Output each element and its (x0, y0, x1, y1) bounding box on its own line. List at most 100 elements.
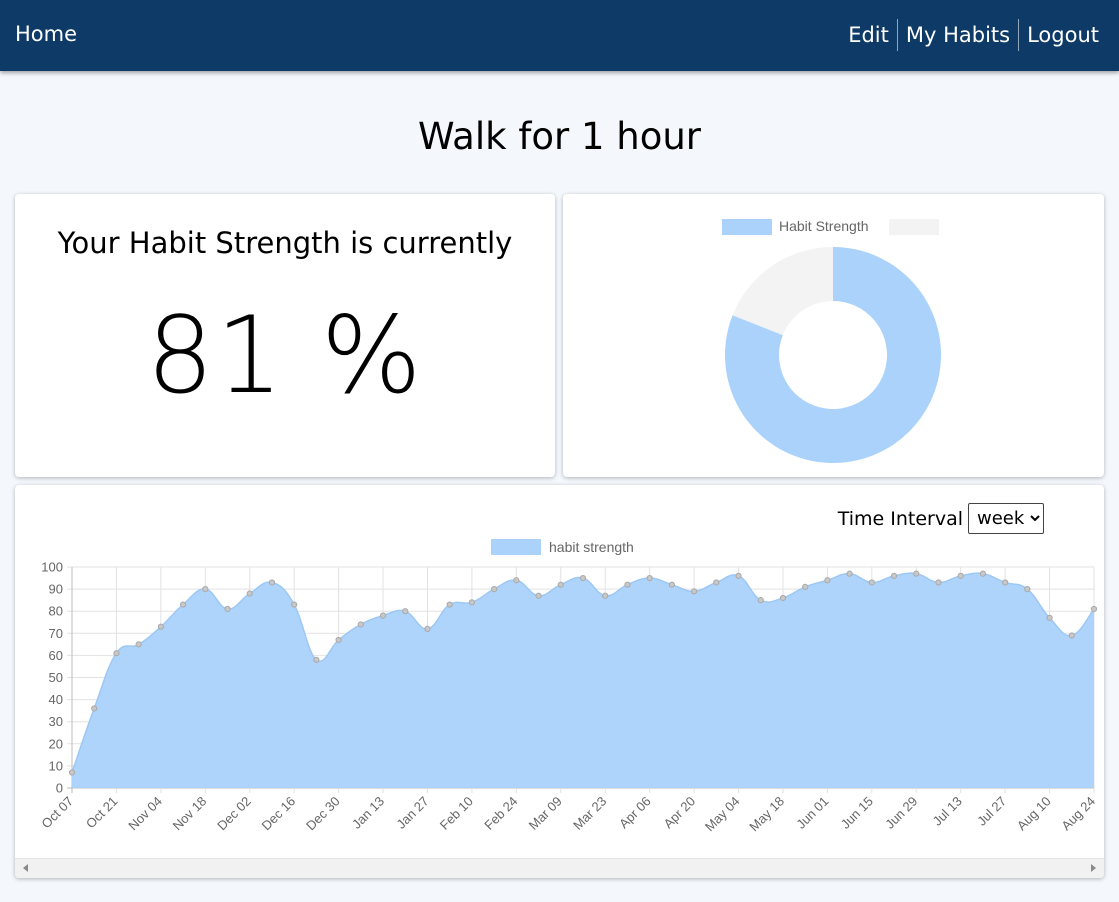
data-point (979, 570, 987, 577)
nav-home-link[interactable]: Home (15, 22, 77, 46)
data-point (1090, 605, 1098, 613)
history-chart-card: Time Interval week habit strength 0 10 20 3… (15, 485, 1104, 878)
donut-legend-swatch (722, 219, 772, 235)
data-point (624, 581, 631, 588)
navbar: Home Edit My Habits Logout (0, 0, 1119, 71)
x-tick-label: Mar 09 (526, 794, 565, 833)
nav-logout-link[interactable]: Logout (1019, 19, 1107, 51)
x-tick-label: Jan 27 (393, 794, 431, 832)
data-point (135, 641, 142, 648)
nav-edit-link[interactable]: Edit (840, 19, 897, 51)
area-legend-swatch (491, 539, 541, 555)
data-point (713, 579, 720, 586)
data-point (668, 581, 675, 588)
data-point (68, 769, 76, 776)
scroll-right-arrow-icon[interactable] (1091, 864, 1096, 872)
data-point (757, 597, 764, 604)
x-tick-label: Feb 24 (481, 794, 520, 833)
scroll-left-arrow-icon[interactable] (23, 864, 28, 872)
donut-legend-label: Habit Strength (779, 218, 869, 234)
x-tick-label: Jul 27 (974, 794, 1009, 829)
data-point (535, 592, 542, 599)
x-tick-label: Dec 30 (303, 794, 343, 834)
x-tick-label: Dec 16 (259, 794, 299, 834)
data-point (868, 579, 875, 586)
data-point (779, 594, 787, 602)
x-tick-label: Jul 13 (930, 794, 965, 829)
data-point (402, 608, 409, 615)
x-tick-label: Mar 23 (570, 794, 609, 833)
data-point (157, 623, 164, 630)
data-point (113, 650, 120, 657)
x-tick-label: Oct 07 (38, 794, 76, 832)
donut-legend-swatch-remainder (889, 219, 939, 235)
x-tick-label: May 18 (746, 794, 787, 835)
area-fill (72, 573, 1094, 788)
data-point (1002, 579, 1009, 586)
data-point (557, 581, 564, 588)
x-tick-label: Aug 10 (1014, 794, 1054, 834)
nav-my-habits-link[interactable]: My Habits (898, 19, 1018, 51)
y-tick-label: 10 (49, 758, 63, 773)
habit-strength-area-chart: habit strength 0 10 20 30 40 50 60 70 80 90 100 Oct… (38, 539, 1098, 835)
y-tick-label: 70 (49, 626, 63, 641)
data-point (313, 656, 320, 663)
data-point (935, 579, 942, 586)
x-tick-label: Jan 13 (349, 794, 387, 832)
data-point (735, 572, 742, 579)
data-point (246, 590, 253, 597)
strength-caption: Your Habit Strength is currently (57, 226, 513, 260)
data-point (1046, 614, 1053, 621)
page-title: Walk for 1 hour (417, 115, 702, 158)
data-point (846, 570, 853, 577)
x-tick-label: Jun 29 (882, 794, 920, 832)
data-point (291, 601, 298, 608)
x-tick-label: Apr 06 (616, 794, 654, 832)
data-point (491, 586, 498, 593)
x-tick-label: Feb 10 (437, 794, 476, 833)
x-tick-label: May 04 (702, 794, 743, 835)
donut-chart: Habit Strength (722, 218, 941, 464)
y-tick-label: 0 (56, 781, 63, 796)
data-point (602, 592, 609, 599)
data-point (1024, 586, 1031, 593)
data-point (202, 586, 209, 593)
x-tick-label: Jun 15 (838, 794, 876, 832)
data-point (446, 601, 453, 608)
data-point (91, 705, 98, 712)
data-point (646, 574, 653, 582)
x-tick-label: Oct 21 (83, 794, 121, 832)
donut-chart-card: Habit Strength (563, 194, 1104, 477)
data-point (802, 583, 809, 590)
horizontal-scrollbar[interactable] (15, 858, 1104, 878)
area-legend-label: habit strength (549, 539, 634, 555)
data-point (357, 621, 364, 628)
y-tick-label: 80 (49, 604, 63, 619)
data-point (268, 579, 276, 586)
y-tick-label: 90 (49, 582, 63, 597)
x-tick-label: Nov 04 (125, 794, 165, 834)
data-point (913, 570, 920, 577)
data-point (224, 605, 231, 613)
data-point (379, 612, 387, 619)
data-point (579, 574, 587, 582)
x-tick-label: Apr 20 (661, 794, 699, 832)
x-tick-label: Nov 18 (170, 794, 210, 834)
data-point (957, 572, 964, 579)
y-tick-label: 40 (49, 692, 63, 707)
data-point (890, 572, 898, 579)
strength-value: 81 % (146, 294, 424, 417)
data-point (468, 599, 476, 606)
y-tick-label: 30 (49, 714, 63, 729)
y-tick-label: 60 (49, 648, 63, 663)
habit-strength-card: Your Habit Strength is currently 81 % (15, 194, 555, 477)
data-point (424, 625, 431, 632)
x-tick-label: Dec 02 (214, 794, 254, 834)
y-tick-label: 20 (49, 736, 63, 751)
nav-links: Edit My Habits Logout (840, 19, 1107, 51)
y-tick-label: 100 (41, 560, 63, 575)
data-point (179, 601, 187, 608)
x-tick-label: Jun 01 (793, 794, 831, 832)
data-point (335, 636, 342, 644)
data-point (513, 577, 520, 584)
